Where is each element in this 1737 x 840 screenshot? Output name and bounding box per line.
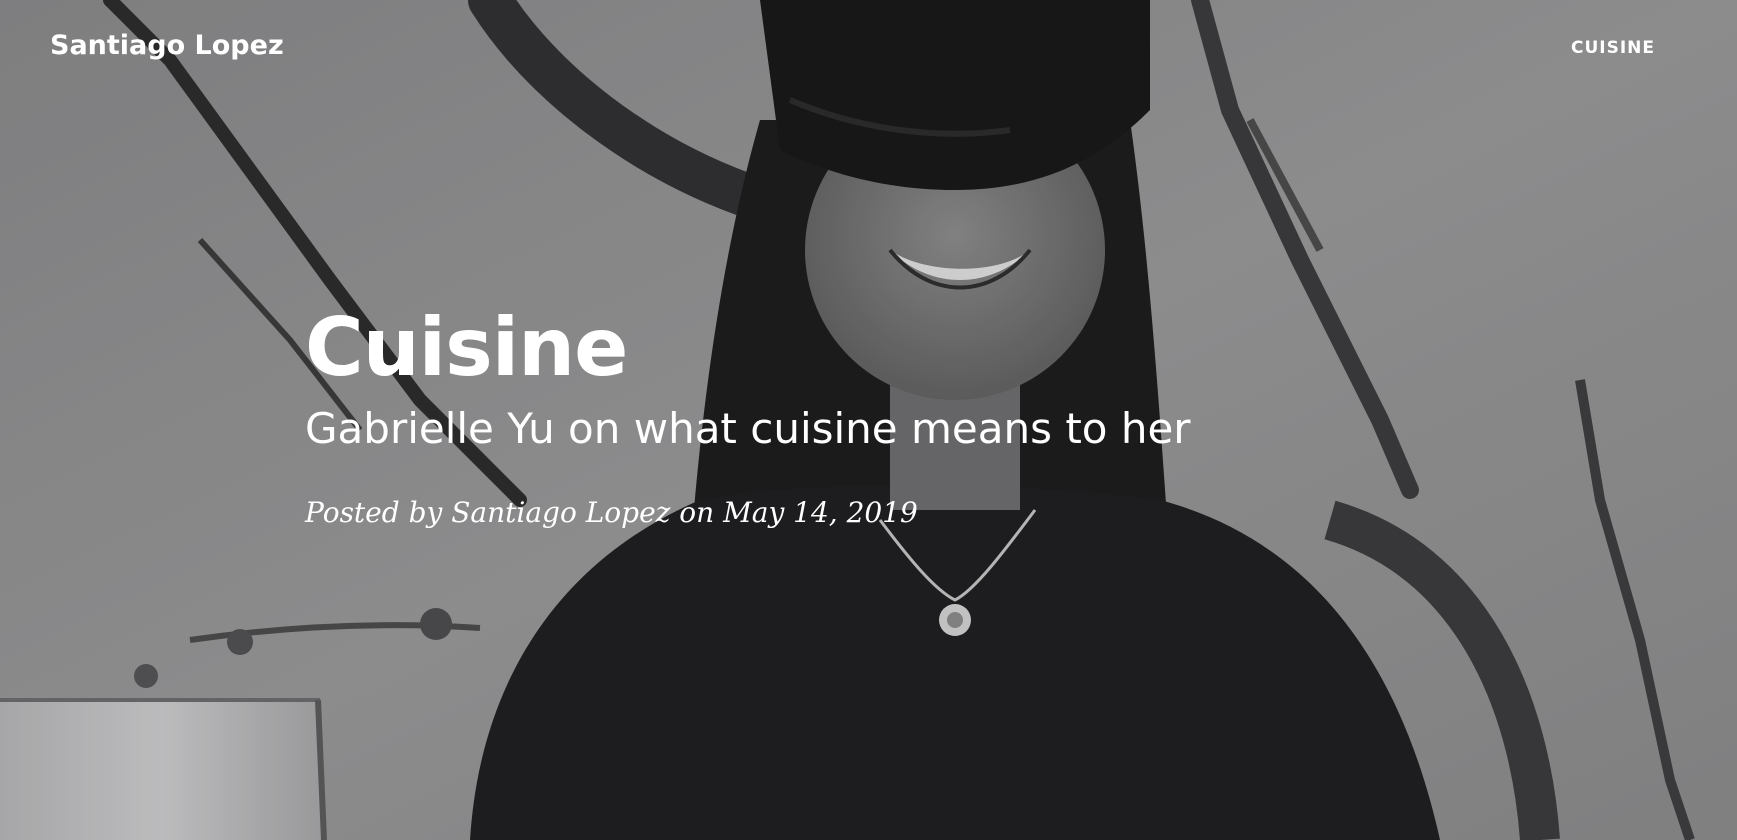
brand-link[interactable]: Santiago Lopez	[50, 30, 284, 61]
masthead: Santiago Lopez Cuisine Cuisine Gabrielle…	[0, 0, 1737, 840]
navbar: Santiago Lopez Cuisine	[0, 0, 1737, 100]
nav-link-cuisine[interactable]: Cuisine	[1571, 38, 1655, 58]
post-meta: Posted by Santiago Lopez on May 14, 2019	[305, 496, 918, 529]
post-title: Cuisine	[305, 301, 628, 394]
post-heading: Cuisine Gabrielle Yu on what cuisine mea…	[305, 300, 1435, 530]
post-subtitle: Gabrielle Yu on what cuisine means to he…	[305, 404, 1191, 453]
